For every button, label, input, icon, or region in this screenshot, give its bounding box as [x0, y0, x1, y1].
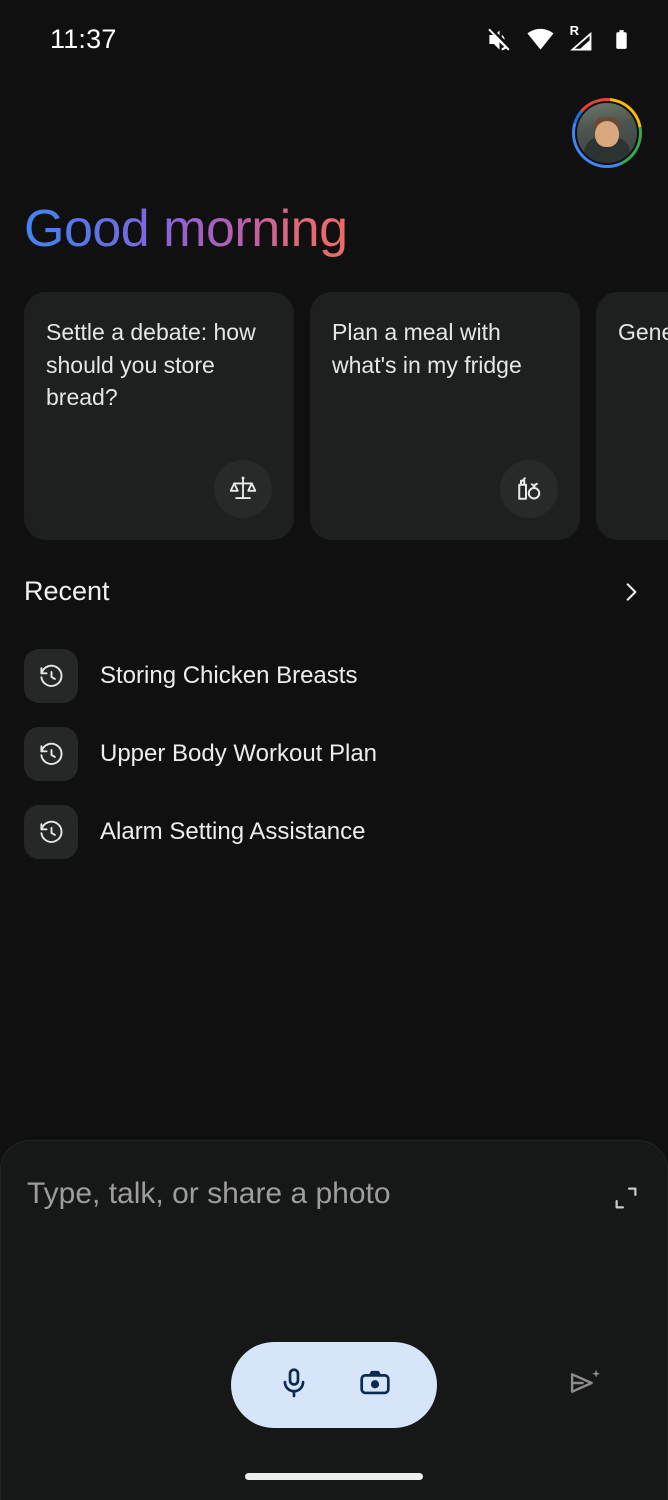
search-input[interactable]: Type, talk, or share a photo — [27, 1177, 391, 1211]
roaming-indicator-label: R — [569, 22, 579, 38]
recent-list: Storing Chicken Breasts Upper Body Worko… — [24, 648, 644, 882]
suggestion-card[interactable]: Plan a meal with what's in my fridge — [310, 292, 580, 540]
expand-icon[interactable] — [611, 1183, 641, 1213]
suggestion-card[interactable]: Gene water — [596, 292, 668, 540]
suggestion-cards-carousel[interactable]: Settle a debate: how should you store br… — [0, 292, 668, 540]
avatar-face — [595, 121, 619, 147]
send-button[interactable] — [557, 1357, 613, 1413]
status-bar: 11:37 R — [0, 0, 668, 78]
page-title: Good morning — [24, 200, 348, 258]
battery-icon — [609, 27, 634, 52]
avatar — [575, 101, 639, 165]
composer-input-row[interactable]: Type, talk, or share a photo — [27, 1177, 641, 1213]
media-input-pill[interactable] — [231, 1342, 437, 1428]
status-bar-clock: 11:37 — [50, 23, 117, 54]
send-sparkle-icon — [567, 1365, 603, 1406]
list-item[interactable]: Storing Chicken Breasts — [24, 648, 644, 704]
wifi-icon — [527, 26, 554, 53]
history-icon — [24, 649, 78, 703]
account-avatar-button[interactable] — [572, 98, 642, 168]
chevron-right-icon[interactable] — [618, 579, 644, 605]
recent-title: Recent — [24, 576, 110, 606]
list-item-label: Storing Chicken Breasts — [100, 662, 358, 689]
recent-section-header[interactable]: Recent — [24, 576, 644, 607]
history-icon — [24, 727, 78, 781]
assistant-home-screen: 11:37 R Good morning Settle a debate: ho… — [0, 0, 668, 1500]
composer-panel: Type, talk, or share a photo — [0, 1140, 668, 1500]
camera-icon — [358, 1366, 392, 1405]
microphone-button[interactable] — [266, 1357, 322, 1413]
camera-button[interactable] — [347, 1357, 403, 1413]
suggestion-card-text: Settle a debate: how should you store br… — [46, 319, 256, 411]
grocery-icon — [500, 460, 558, 518]
list-item-label: Alarm Setting Assistance — [100, 818, 366, 845]
suggestion-card[interactable]: Settle a debate: how should you store br… — [24, 292, 294, 540]
scales-balance-icon — [214, 460, 272, 518]
microphone-icon — [277, 1366, 311, 1405]
system-navigation-bar — [1, 1452, 667, 1500]
list-item-label: Upper Body Workout Plan — [100, 740, 378, 767]
list-item[interactable]: Alarm Setting Assistance — [24, 804, 644, 860]
composer-actions-row — [1, 1342, 667, 1428]
cellular-roaming-icon: R — [568, 22, 595, 53]
home-gesture-handle[interactable] — [245, 1472, 423, 1480]
volume-off-icon — [486, 26, 513, 53]
list-item[interactable]: Upper Body Workout Plan — [24, 726, 644, 782]
suggestion-card-text: Plan a meal with what's in my fridge — [332, 319, 522, 378]
history-icon — [24, 805, 78, 859]
status-bar-icons: R — [486, 22, 634, 53]
suggestion-card-text: Gene water — [618, 319, 668, 345]
